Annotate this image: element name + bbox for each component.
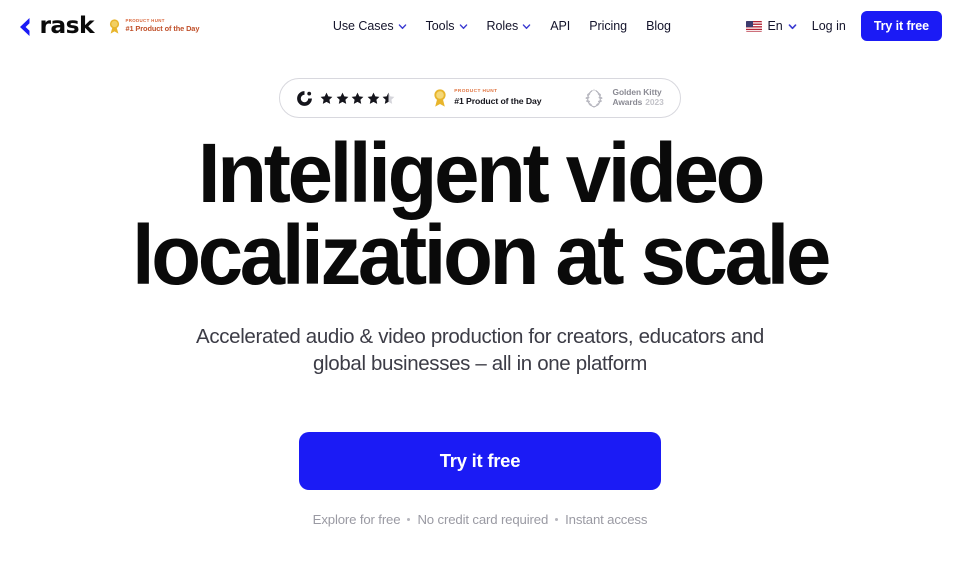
nav-item-tools[interactable]: Tools [426, 19, 468, 33]
nav-item-pricing[interactable]: Pricing [589, 19, 627, 33]
star-icon [320, 92, 333, 105]
main-navigation: Use Cases Tools Roles API Pricing Blog [275, 19, 671, 33]
header-try-it-free-button[interactable]: Try it free [860, 11, 942, 41]
g2-rating-badge[interactable] [296, 79, 412, 117]
product-hunt-badge[interactable]: PRODUCT HUNT #1 Product of the Day [412, 79, 561, 117]
hero-cta-area: Try it free Explore for free No credit c… [0, 432, 960, 527]
awards-pill: PRODUCT HUNT #1 Product of the Day Golde… [279, 78, 681, 118]
golden-kitty-badge[interactable]: Golden Kitty Awards 2023 [561, 79, 664, 117]
nav-label-roles: Roles [486, 19, 519, 33]
language-selector[interactable]: En [746, 19, 797, 33]
golden-kitty-year: 2023 [645, 97, 664, 107]
rask-logo-wordmark: rask [39, 12, 94, 39]
golden-kitty-text: Golden Kitty Awards 2023 [612, 87, 664, 108]
brand-area: rask PRODUCT HUNT #1 Product of the Day [18, 12, 200, 39]
rask-arrow-logo-icon [18, 16, 39, 37]
hero-try-it-free-button[interactable]: Try it free [299, 432, 661, 490]
hero-subheadline: Accelerated audio & video production for… [196, 324, 764, 376]
chevron-down-icon [788, 22, 797, 31]
bullet-separator-icon [407, 518, 411, 521]
nav-item-blog[interactable]: Blog [646, 19, 671, 33]
product-hunt-medal-icon [432, 89, 448, 107]
header-ph-text: PRODUCT HUNT #1 Product of the Day [125, 18, 200, 34]
product-hunt-medal-icon [108, 18, 121, 34]
fineprint-item-explore: Explore for free [312, 512, 401, 527]
header-product-hunt-badge[interactable]: PRODUCT HUNT #1 Product of the Day [108, 18, 200, 34]
nav-item-use-cases[interactable]: Use Cases [333, 19, 407, 33]
product-hunt-text: PRODUCT HUNT #1 Product of the Day [454, 89, 542, 107]
chevron-down-icon [398, 22, 407, 31]
laurel-wreath-icon [583, 88, 605, 109]
header-ph-title: #1 Product of the Day [125, 24, 200, 34]
nav-label-use-cases: Use Cases [332, 19, 394, 33]
headline-line-2: localization at scale [131, 208, 831, 303]
bullet-separator-icon [555, 518, 559, 521]
product-hunt-eyebrow: PRODUCT HUNT [454, 89, 498, 95]
hero-fineprint: Explore for free No credit card required… [313, 512, 648, 527]
header-actions: En Log in Try it free [746, 11, 942, 41]
chevron-down-icon [522, 22, 531, 31]
nav-item-api[interactable]: API [550, 19, 570, 33]
golden-kitty-awards-label: Awards [612, 97, 643, 107]
language-label: En [767, 19, 783, 33]
chevron-down-icon [459, 22, 468, 31]
page-title: Intelligent video localization at scale [14, 131, 945, 297]
nav-label-tools: Tools [425, 19, 455, 33]
landing-page: rask PRODUCT HUNT #1 Product of the Day [0, 0, 960, 571]
g2-logo-icon [296, 90, 313, 107]
site-header: rask PRODUCT HUNT #1 Product of the Day [0, 0, 960, 52]
header-ph-eyebrow: PRODUCT HUNT [125, 18, 165, 24]
awards-row: PRODUCT HUNT #1 Product of the Day Golde… [0, 78, 960, 118]
fineprint-item-no-credit-card: No credit card required [417, 512, 549, 527]
product-hunt-title: #1 Product of the Day [454, 96, 542, 107]
login-link[interactable]: Log in [812, 19, 846, 33]
star-icon [336, 92, 349, 105]
rask-logo[interactable]: rask [18, 12, 95, 39]
headline-line-1: Intelligent video [197, 126, 765, 220]
star-icon [367, 92, 380, 105]
hero-section: Intelligent video localization at scale … [0, 131, 960, 378]
nav-item-roles[interactable]: Roles [487, 19, 532, 33]
star-icon [351, 92, 364, 105]
star-half-icon [382, 92, 395, 105]
golden-kitty-line2: Awards 2023 [612, 97, 664, 108]
us-flag-icon [746, 20, 763, 32]
fineprint-item-instant-access: Instant access [565, 512, 648, 527]
g2-star-rating [320, 92, 395, 105]
